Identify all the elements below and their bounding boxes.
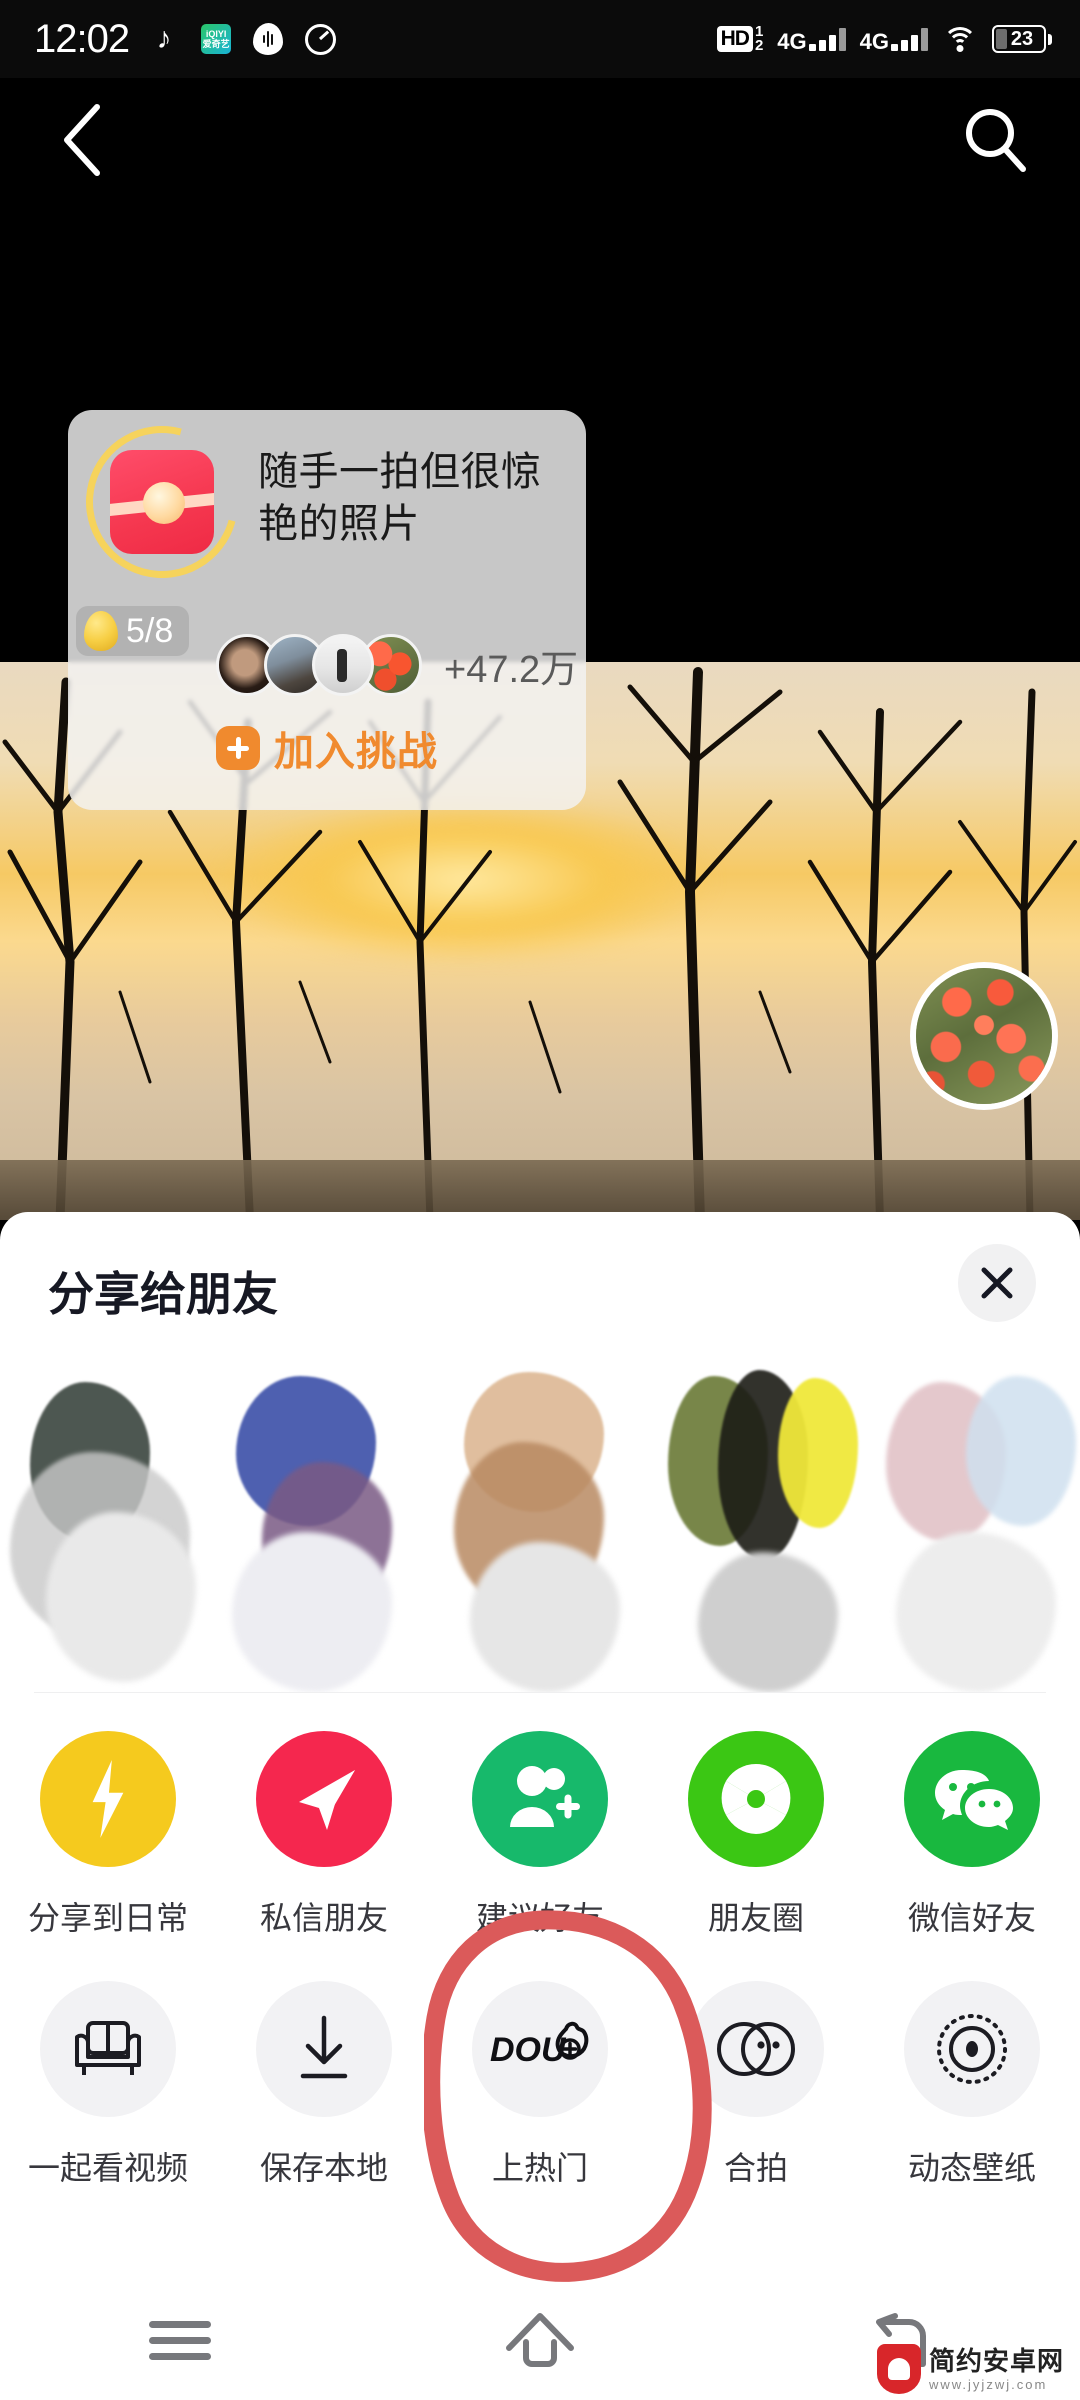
audio-leaf-icon <box>251 22 285 56</box>
watermark-url: www.jyjzwj.com <box>928 2376 1048 2392</box>
search-icon <box>966 109 1026 172</box>
share-item-direct-message[interactable]: 私信朋友 <box>216 1731 432 1939</box>
obscured-contact[interactable] <box>876 1362 1076 1692</box>
share-item-label: 动态壁纸 <box>907 2150 1036 2186</box>
lightning-bolt-icon <box>40 1731 176 1867</box>
battery-percent-label: 23 <box>1010 27 1034 50</box>
speedometer-icon <box>303 22 337 56</box>
status-clock: 12:02 <box>34 16 130 61</box>
share-item-label: 微信好友 <box>907 1900 1036 1936</box>
obscured-contact[interactable] <box>222 1362 422 1692</box>
participant-avatars: +47.2万 <box>216 634 578 696</box>
signal-icon-sim2: 4G <box>859 27 928 54</box>
contact-avatar-strip[interactable] <box>0 1362 1080 1692</box>
participant-count: +47.2万 <box>444 648 579 691</box>
close-button[interactable] <box>958 1244 1036 1322</box>
battery-icon: 23 <box>992 25 1052 53</box>
sofa-icon <box>40 1981 176 2117</box>
share-item-moments[interactable]: 朋友圈 <box>648 1731 864 1939</box>
close-icon <box>981 1267 1013 1299</box>
plus-badge-icon <box>216 726 260 770</box>
home-icon <box>506 2313 574 2367</box>
top-nav-bar <box>0 78 1080 188</box>
share-item-label: 私信朋友 <box>259 1900 388 1936</box>
add-friend-icon <box>472 1731 608 1867</box>
join-challenge-button[interactable]: 加入挑战 <box>68 708 586 788</box>
challenge-icon-wrapper <box>58 398 266 606</box>
golden-egg-icon <box>84 611 118 651</box>
android-shield-icon <box>876 2344 921 2394</box>
hd-voice-icon: HD 1 2 <box>716 24 764 54</box>
download-icon <box>256 1981 392 2117</box>
avatar <box>312 634 374 696</box>
challenge-title: 随手一拍但很惊艳的照片 <box>258 450 542 546</box>
flower-photo <box>916 968 1052 1104</box>
svg-text:DOU: DOU <box>490 2031 567 2069</box>
share-item-dou-plus[interactable]: DOU 上热门 <box>432 1981 648 2189</box>
share-item-label: 一起看视频 <box>27 2150 188 2186</box>
share-row-2: 一起看视频 保存本地 DOU 上热门 合拍 动态壁纸 <box>0 1939 1080 2189</box>
share-sheet-header: 分享给朋友 <box>0 1212 1080 1362</box>
menu-button[interactable] <box>0 2280 360 2400</box>
sim-2-label: 2 <box>754 37 764 54</box>
share-item-label: 保存本地 <box>259 2150 388 2186</box>
status-bar-left: 12:02 ♪ iQIYI 爱奇艺 <box>0 17 337 62</box>
tiktok-icon: ♪ <box>156 22 172 55</box>
share-sheet-title: 分享给朋友 <box>48 1268 278 1320</box>
obscured-contact[interactable] <box>658 1362 858 1692</box>
hd-label: HD <box>716 26 753 52</box>
challenge-card[interactable]: 随手一拍但很惊艳的照片 5/8 +47.2万 加入挑战 <box>58 398 586 810</box>
dou-plus-icon: DOU <box>472 1981 608 2117</box>
author-avatar[interactable] <box>910 962 1058 1110</box>
chevron-left-icon <box>64 104 100 176</box>
red-gift-icon <box>110 450 214 554</box>
network-type-1: 4G <box>777 29 807 54</box>
duet-circles-icon <box>688 1981 824 2117</box>
network-type-2: 4G <box>859 29 889 54</box>
share-item-live-wallpaper[interactable]: 动态壁纸 <box>864 1981 1080 2189</box>
obscured-contact[interactable] <box>440 1362 640 1692</box>
share-sheet: 分享给朋友 分享到日常 私信朋友 建议好友 朋友圈 微信好友 一起看视频 保存本… <box>0 1212 1080 2400</box>
iqiyi-label-top: iQIYI <box>205 29 227 39</box>
share-item-wechat[interactable]: 微信好友 <box>864 1731 1080 1939</box>
share-item-label: 朋友圈 <box>707 1900 804 1936</box>
home-button[interactable] <box>360 2280 720 2400</box>
share-item-label: 分享到日常 <box>27 1900 188 1936</box>
site-watermark: 简约安卓网 www.jyjzwj.com <box>876 2344 1064 2394</box>
menu-icon <box>149 2312 211 2369</box>
wechat-icon <box>904 1731 1040 1867</box>
paper-plane-icon <box>256 1731 392 1867</box>
status-bar: 12:02 ♪ iQIYI 爱奇艺 HD 1 2 4G 4G 23 <box>0 0 1080 78</box>
iqiyi-icon: iQIYI 爱奇艺 <box>199 22 233 56</box>
phone-screen: 12:02 ♪ iQIYI 爱奇艺 HD 1 2 4G 4G 23 随手一拍但很… <box>0 0 1080 2400</box>
obscured-contact[interactable] <box>10 1362 210 1692</box>
share-item-watch-together[interactable]: 一起看视频 <box>0 1981 216 2189</box>
signal-icon-sim1: 4G <box>777 27 846 54</box>
watermark-name: 简约安卓网 <box>928 2345 1064 2376</box>
share-item-label: 合拍 <box>723 2150 788 2186</box>
share-item-save-local[interactable]: 保存本地 <box>216 1981 432 2189</box>
ground-strip <box>0 1160 1080 1220</box>
challenge-progress-badge: 5/8 <box>76 606 190 656</box>
share-item-duet[interactable]: 合拍 <box>648 1981 864 2189</box>
live-wallpaper-icon <box>904 1981 1040 2117</box>
share-item-label: 上热门 <box>491 2150 588 2186</box>
iqiyi-label-bottom: 爱奇艺 <box>202 39 230 49</box>
join-challenge-label: 加入挑战 <box>274 730 438 774</box>
share-item-label: 建议好友 <box>475 1900 604 1936</box>
wifi-icon <box>942 25 978 53</box>
moments-shutter-icon <box>688 1731 824 1867</box>
challenge-progress-label: 5/8 <box>126 611 174 650</box>
search-button[interactable] <box>954 98 1038 182</box>
share-item-daily[interactable]: 分享到日常 <box>0 1731 216 1939</box>
share-item-suggest-friend[interactable]: 建议好友 <box>432 1731 648 1939</box>
status-bar-right: HD 1 2 4G 4G 23 <box>716 24 1080 54</box>
share-row-1: 分享到日常 私信朋友 建议好友 朋友圈 微信好友 <box>0 1693 1080 1939</box>
back-button[interactable] <box>42 100 122 180</box>
